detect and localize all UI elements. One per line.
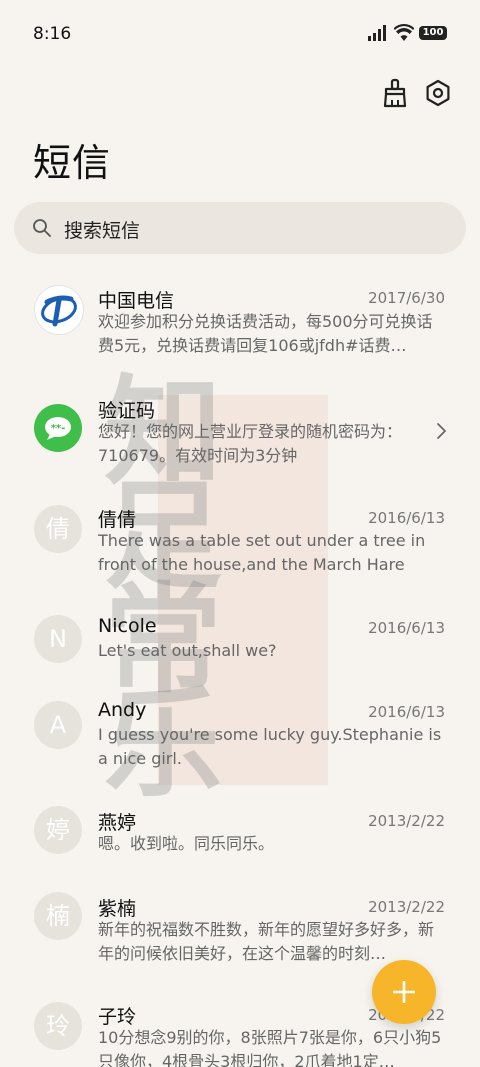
conversation-preview: 欢迎参加积分兑换话费活动，每500分可兑换话费5元，兑换话费请回复106或jfd…: [98, 312, 433, 355]
telecom-logo-icon: [34, 285, 84, 335]
conversation-preview: 嗯。收到啦。同乐同乐。: [98, 834, 275, 853]
search-icon: [33, 219, 51, 237]
conversation-date: 2013/2/22: [368, 812, 445, 830]
conversation-item[interactable]: **- 验证码 您好！您的网上营业厅登录的随机密码为：710679。有效时间为3…: [0, 392, 480, 482]
battery-indicator: 100: [419, 26, 447, 40]
conversation-name: 紫楠: [98, 898, 137, 920]
conversation-name: 子玲: [98, 1006, 137, 1028]
conversation-preview: 新年的祝福数不胜数，新年的愿望好多好多，新年的问候依旧美好，在这个温馨的时刻…: [98, 920, 435, 963]
search-placeholder: 搜索短信: [64, 220, 141, 242]
settings-icon[interactable]: [423, 78, 453, 108]
search-bar[interactable]: 搜索短信: [14, 202, 466, 254]
message-bubble-icon: **-: [34, 404, 82, 452]
contact-avatar: 倩: [34, 505, 82, 553]
wifi-icon: [394, 24, 414, 41]
conversation-date: 2013/2/22: [368, 898, 445, 916]
conversation-item[interactable]: N Nicole 2016/6/13 Let's eat out,shall w…: [0, 612, 480, 682]
conversation-name: 验证码: [98, 400, 156, 422]
conversation-preview: 您好！您的网上营业厅登录的随机密码为：710679。有效时间为3分钟: [98, 422, 403, 465]
conversation-preview: There was a table set out under a tree i…: [98, 531, 426, 574]
svg-text:**-: **-: [51, 423, 66, 434]
page-title: 短信: [33, 141, 112, 185]
conversation-name: 中国电信: [98, 290, 175, 312]
conversation-preview: Let's eat out,shall we?: [98, 641, 277, 660]
conversation-preview: 10分想念9别的你，8张照片7张是你，6只小狗5只像你，4根骨头3根归你，2爪着…: [98, 1028, 442, 1067]
signal-icon: [368, 25, 386, 41]
status-bar: 8:16 100: [0, 0, 480, 66]
conversation-date: 2016/6/13: [368, 619, 445, 637]
contact-avatar: N: [34, 615, 82, 663]
conversation-name: 倩倩: [98, 509, 137, 531]
conversation-item[interactable]: 婷 燕婷 2013/2/22 嗯。收到啦。同乐同乐。: [0, 806, 480, 876]
status-time: 8:16: [33, 24, 72, 44]
plus-icon: [393, 981, 415, 1003]
conversation-date: 2016/6/13: [368, 703, 445, 721]
conversation-name: Andy: [98, 699, 147, 721]
new-message-button[interactable]: [372, 960, 436, 1024]
conversation-date: 2016/6/13: [368, 509, 445, 527]
broom-icon[interactable]: [380, 78, 410, 108]
conversation-item[interactable]: A Andy 2016/6/13 I guess you're some luc…: [0, 698, 480, 788]
conversation-preview: I guess you're some lucky guy.Stephanie …: [98, 725, 442, 768]
conversation-date: 2017/6/30: [368, 289, 445, 307]
chevron-right-icon[interactable]: [435, 422, 447, 440]
contact-avatar: 玲: [34, 1002, 82, 1050]
conversation-item[interactable]: 倩 倩倩 2016/6/13 There was a table set out…: [0, 502, 480, 592]
contact-avatar: A: [34, 701, 82, 749]
conversation-name: 燕婷: [98, 812, 137, 834]
conversation-item[interactable]: 中国电信 2017/6/30 欢迎参加积分兑换话费活动，每500分可兑换话费5元…: [0, 282, 480, 372]
contact-avatar: 婷: [34, 806, 82, 854]
conversation-name: Nicole: [98, 615, 157, 637]
contact-avatar: 楠: [34, 892, 82, 940]
